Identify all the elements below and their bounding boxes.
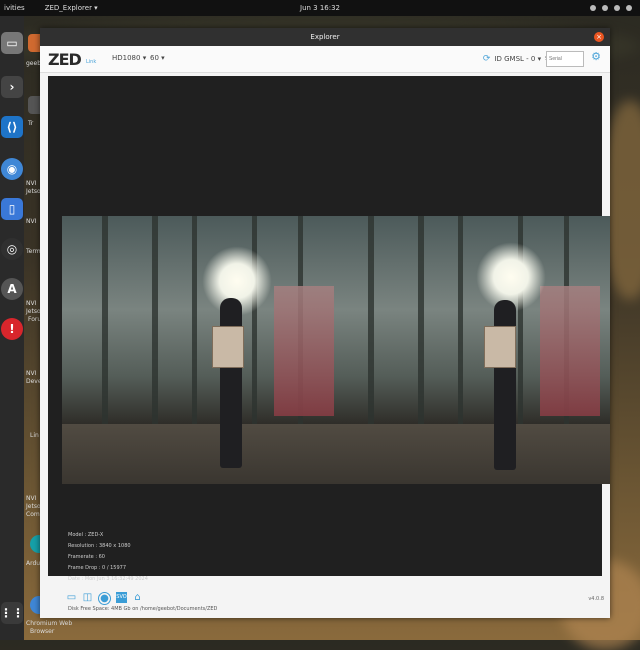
- desktop-label: NVI: [26, 180, 37, 187]
- volume-icon[interactable]: [614, 5, 620, 11]
- activities-button[interactable]: ivities: [4, 4, 25, 12]
- info-model: Model : ZED-X: [68, 532, 104, 538]
- desktop-label: Lin: [30, 432, 39, 439]
- info-frame-drop: Frame Drop : 0 / 15977: [68, 565, 127, 571]
- desktop-label: NVI: [26, 218, 37, 225]
- desktop-label: Browser: [30, 628, 55, 635]
- window-frame: [458, 216, 463, 446]
- folder-icon[interactable]: ▭: [66, 592, 77, 603]
- desktop-label: NVI: [26, 300, 37, 307]
- zed-logo-sub: Link: [86, 59, 97, 65]
- svo-icon[interactable]: SVO: [116, 592, 127, 603]
- app-menu[interactable]: ZED_Explorer ▾: [45, 4, 98, 12]
- vscode-icon[interactable]: ⟨⟩: [1, 116, 23, 138]
- left-camera-view: [62, 216, 338, 484]
- board: [484, 326, 516, 368]
- camera-selector[interactable]: ⟳ ID GMSL - 0 ▾ SN: [483, 54, 552, 64]
- banner: [274, 286, 334, 416]
- camera-select[interactable]: ID GMSL - 0 ▾: [494, 55, 541, 63]
- chromium-icon[interactable]: ◉: [1, 158, 23, 180]
- video-viewer[interactable]: Model : ZED-X Resolution : 3840 x 1080 F…: [48, 76, 610, 582]
- right-camera-view: [338, 216, 610, 484]
- window-frame: [102, 216, 108, 446]
- resolution-select[interactable]: HD1080 ▾: [112, 54, 146, 62]
- system-tray[interactable]: [590, 5, 632, 11]
- camera-info: Model : ZED-X Resolution : 3840 x 1080 F…: [68, 530, 148, 585]
- info-framerate: Framerate : 60: [68, 554, 105, 560]
- snapshot-icon[interactable]: ⌂: [132, 592, 143, 603]
- split-view-icon[interactable]: ◫: [82, 592, 93, 603]
- files-icon[interactable]: ▭: [1, 32, 23, 54]
- bell-icon[interactable]: [590, 5, 596, 11]
- obs-icon[interactable]: ◎: [1, 238, 23, 260]
- record-icon[interactable]: ●: [98, 592, 111, 605]
- desktop-label: Chromium Web: [26, 620, 73, 627]
- zed-logo: ZED: [48, 50, 82, 69]
- close-button[interactable]: ×: [594, 32, 604, 42]
- store-icon[interactable]: A: [1, 278, 23, 300]
- floor: [338, 424, 610, 484]
- disk-status: Disk Free Space: 4MB Gb on /home/geebot/…: [68, 606, 218, 612]
- desktop-label: geeb: [26, 60, 41, 67]
- power-icon[interactable]: [626, 5, 632, 11]
- dock: ▭ › ⟨⟩ ◉ ▯ ◎ A ! ⋮⋮: [0, 16, 24, 640]
- tablet-icon[interactable]: ▯: [1, 198, 23, 220]
- toolbar: ZED Link HD1080 ▾ 60 ▾ ⟳ ID GMSL - 0 ▾ S…: [40, 46, 610, 73]
- terminal-icon[interactable]: ›: [1, 76, 23, 98]
- apps-grid-icon[interactable]: ⋮⋮: [0, 602, 24, 624]
- window-frame: [152, 216, 158, 446]
- window-title: Explorer: [310, 33, 340, 41]
- explorer-window: Explorer × ZED Link HD1080 ▾ 60 ▾ ⟳ ID G…: [40, 28, 610, 618]
- window-frame: [192, 216, 197, 446]
- person: [220, 298, 242, 468]
- top-panel: ivities ZED_Explorer ▾ Jun 3 16:32: [0, 0, 640, 16]
- serial-input[interactable]: [546, 51, 584, 67]
- version-label: v4.0.8: [588, 596, 604, 602]
- network-icon[interactable]: [602, 5, 608, 11]
- clock[interactable]: Jun 3 16:32: [300, 4, 340, 12]
- settings-icon[interactable]: ⚙: [590, 51, 602, 63]
- window-titlebar[interactable]: Explorer ×: [40, 28, 610, 46]
- desktop-label: NVI: [26, 495, 37, 502]
- window-frame: [418, 216, 424, 446]
- desktop-label: NVI: [26, 370, 37, 377]
- banner: [540, 286, 600, 416]
- info-resolution: Resolution : 3840 x 1080: [68, 543, 131, 549]
- board: [212, 326, 244, 368]
- fps-select[interactable]: 60 ▾: [150, 54, 165, 62]
- info-date: Date : Mon Jun 3 16:32:49 2024: [68, 576, 148, 582]
- update-icon[interactable]: !: [1, 318, 23, 340]
- window-frame: [368, 216, 374, 446]
- floor: [62, 424, 338, 484]
- bottom-bar: ▭ ◫ ● SVO ⌂ Disk Free Space: 4MB Gb on /…: [40, 590, 610, 618]
- refresh-icon[interactable]: ⟳: [483, 54, 491, 64]
- desktop-label: Tr: [28, 120, 34, 127]
